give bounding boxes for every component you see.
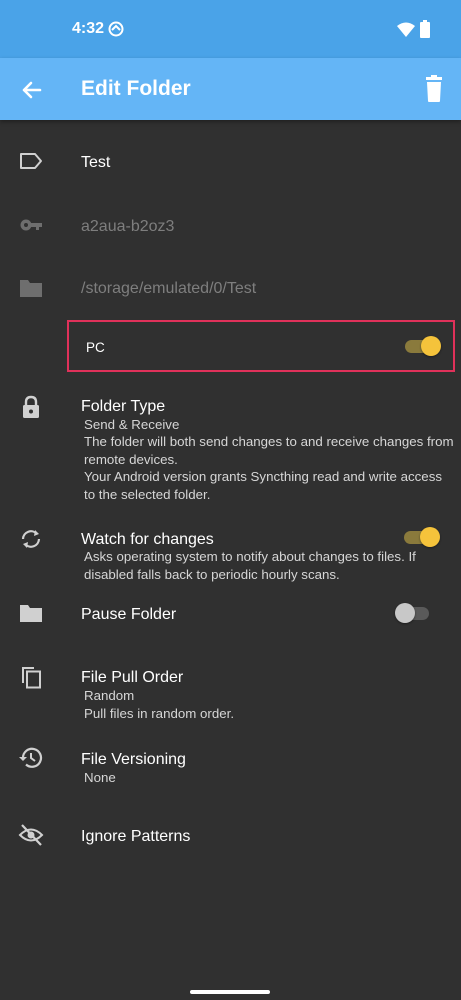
pull-order-row[interactable]: File Pull Order Random Pull files in ran… bbox=[0, 662, 461, 722]
folder-label-row[interactable]: Test bbox=[0, 140, 461, 186]
toggle-knob bbox=[421, 336, 441, 356]
folder-path-value: /storage/emulated/0/Test bbox=[81, 280, 257, 297]
status-bar: 4:32 bbox=[0, 0, 461, 58]
visibility-off-icon bbox=[18, 824, 44, 846]
gesture-nav-handle[interactable] bbox=[190, 990, 270, 994]
ignore-patterns-title: Ignore Patterns bbox=[81, 828, 191, 845]
watch-changes-title: Watch for changes bbox=[81, 531, 214, 548]
folder-type-value: Send & Receive bbox=[84, 417, 180, 432]
folder-icon bbox=[20, 280, 42, 297]
folder-label-value: Test bbox=[81, 154, 111, 171]
page-title: Edit Folder bbox=[81, 77, 191, 100]
pull-order-value: Random bbox=[84, 688, 135, 703]
pause-folder-row[interactable]: Pause Folder bbox=[0, 594, 461, 634]
folder-icon bbox=[20, 605, 42, 622]
device-name: PC bbox=[86, 340, 105, 355]
key-icon bbox=[20, 219, 42, 231]
versioning-row[interactable]: File Versioning None bbox=[0, 744, 461, 788]
back-arrow-icon[interactable] bbox=[16, 75, 46, 105]
folder-type-row[interactable]: Folder Type Send & Receive The folder wi… bbox=[0, 392, 461, 504]
toggle-knob bbox=[395, 603, 415, 623]
pause-folder-title: Pause Folder bbox=[81, 606, 177, 623]
device-share-row[interactable]: PC bbox=[67, 320, 455, 372]
battery-icon bbox=[420, 20, 430, 38]
toggle-knob bbox=[420, 527, 440, 547]
watch-changes-row[interactable]: Watch for changes Asks operating system … bbox=[0, 526, 461, 586]
device-share-toggle[interactable] bbox=[403, 336, 441, 356]
app-bar: Edit Folder bbox=[0, 58, 461, 120]
label-icon bbox=[20, 153, 42, 169]
status-time: 4:32 bbox=[72, 20, 105, 37]
folder-type-description: The folder will both send changes to and… bbox=[84, 434, 454, 467]
folder-id-value: a2aua-b2oz3 bbox=[81, 218, 175, 235]
history-icon bbox=[19, 747, 43, 768]
folder-type-note: Your Android version grants Syncthing re… bbox=[84, 469, 442, 502]
folder-id-row: a2aua-b2oz3 bbox=[0, 204, 461, 250]
wifi-icon bbox=[397, 22, 415, 37]
sync-status-icon bbox=[108, 21, 124, 37]
sync-icon bbox=[21, 530, 41, 548]
ignore-patterns-row[interactable]: Ignore Patterns bbox=[0, 818, 461, 858]
watch-changes-toggle[interactable] bbox=[402, 527, 440, 547]
pull-order-title: File Pull Order bbox=[81, 669, 184, 686]
versioning-title: File Versioning bbox=[81, 751, 186, 768]
lock-icon bbox=[23, 395, 39, 418]
copy-icon bbox=[22, 667, 41, 689]
versioning-value: None bbox=[84, 770, 116, 785]
pause-folder-toggle[interactable] bbox=[395, 603, 433, 623]
folder-path-row: /storage/emulated/0/Test bbox=[0, 266, 461, 312]
folder-type-title: Folder Type bbox=[81, 398, 166, 415]
pull-order-description: Pull files in random order. bbox=[84, 706, 235, 721]
watch-changes-description: Asks operating system to notify about ch… bbox=[84, 549, 416, 582]
delete-icon[interactable] bbox=[420, 74, 448, 104]
